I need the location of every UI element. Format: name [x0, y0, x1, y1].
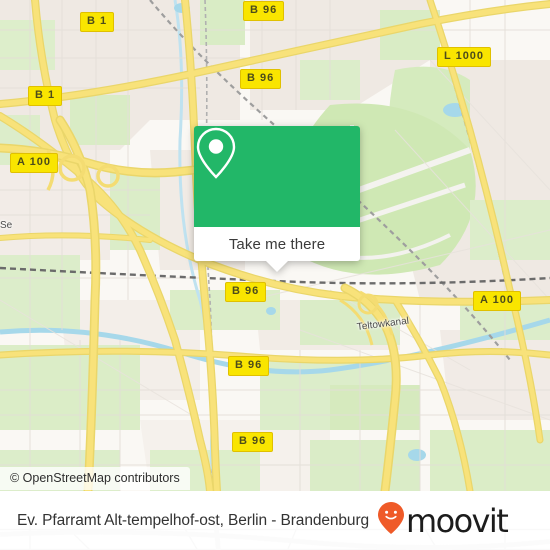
- road-shield: A 100: [10, 153, 58, 173]
- map-canvas[interactable]: B 1 B 96 L 1000 B 96 B 1 A 100 B 96 A 100 B 96 B …: [0, 0, 550, 491]
- take-me-there-popup[interactable]: Take me there: [194, 126, 360, 272]
- place-title: Ev. Pfarramt Alt-tempelhof-ost, Berlin -…: [17, 511, 370, 529]
- popup-pointer: [266, 261, 288, 272]
- footer-bar: Ev. Pfarramt Alt-tempelhof-ost, Berlin -…: [0, 491, 550, 550]
- road-shield: B 96: [240, 69, 282, 89]
- map-place-label: Se: [0, 220, 13, 231]
- road-shield: B 96: [225, 282, 267, 302]
- road-shield: L 1000: [437, 47, 492, 67]
- osm-attribution[interactable]: © OpenStreetMap contributors: [0, 467, 190, 490]
- moovit-logo[interactable]: moovit: [377, 501, 509, 540]
- road-shield: A 100: [473, 291, 521, 311]
- moovit-wordmark: moovit: [406, 501, 509, 540]
- footer-content: Ev. Pfarramt Alt-tempelhof-ost, Berlin -…: [0, 501, 550, 540]
- moovit-pin-icon: [377, 501, 405, 540]
- road-shield: B 1: [80, 12, 115, 32]
- road-shield: B 1: [28, 86, 63, 106]
- road-shield: B 96: [228, 356, 270, 376]
- take-me-there-label: Take me there: [228, 235, 326, 253]
- popup-icon-area: [194, 126, 360, 227]
- map-screenshot: B 1 B 96 L 1000 B 96 B 1 A 100 B 96 A 100 B 96 B …: [0, 0, 550, 550]
- road-shield: B 96: [232, 432, 274, 452]
- take-me-there-button[interactable]: Take me there: [194, 227, 360, 261]
- road-shield: B 96: [243, 1, 285, 21]
